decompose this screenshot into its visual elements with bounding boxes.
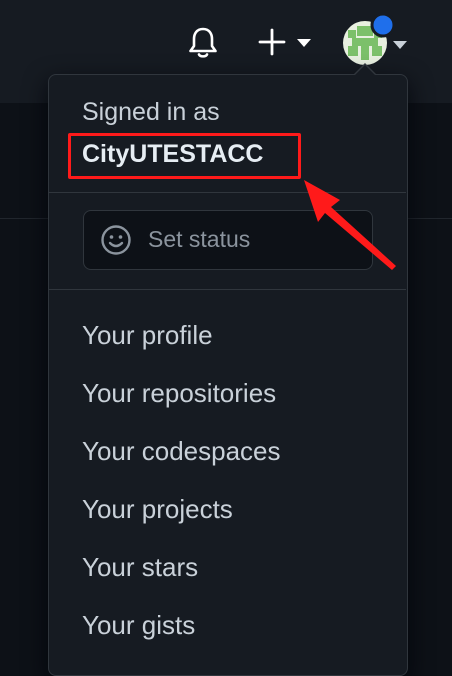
menu-item-your-repositories[interactable]: Your repositories <box>82 378 276 409</box>
bell-icon <box>189 27 217 58</box>
annotation-arrow-icon <box>304 180 396 270</box>
plus-icon <box>258 28 286 56</box>
user-menu-button[interactable] <box>342 12 412 70</box>
menu-item-your-gists[interactable]: Your gists <box>82 610 195 641</box>
signed-in-label: Signed in as <box>82 98 220 126</box>
dropdown-caret-fill <box>355 65 375 75</box>
menu-item-your-codespaces[interactable]: Your codespaces <box>82 436 281 467</box>
menu-divider <box>49 289 406 290</box>
menu-item-your-profile[interactable]: Your profile <box>82 320 213 351</box>
smiley-icon <box>101 225 131 255</box>
menu-item-your-stars[interactable]: Your stars <box>82 552 198 583</box>
username-highlight-box <box>68 133 301 179</box>
menu-item-your-projects[interactable]: Your projects <box>82 494 233 525</box>
caret-down-icon <box>393 41 407 49</box>
set-status-label: Set status <box>148 226 251 252</box>
notifications-button[interactable] <box>183 22 223 62</box>
create-new-button[interactable] <box>258 26 318 58</box>
caret-down-icon <box>297 39 311 47</box>
